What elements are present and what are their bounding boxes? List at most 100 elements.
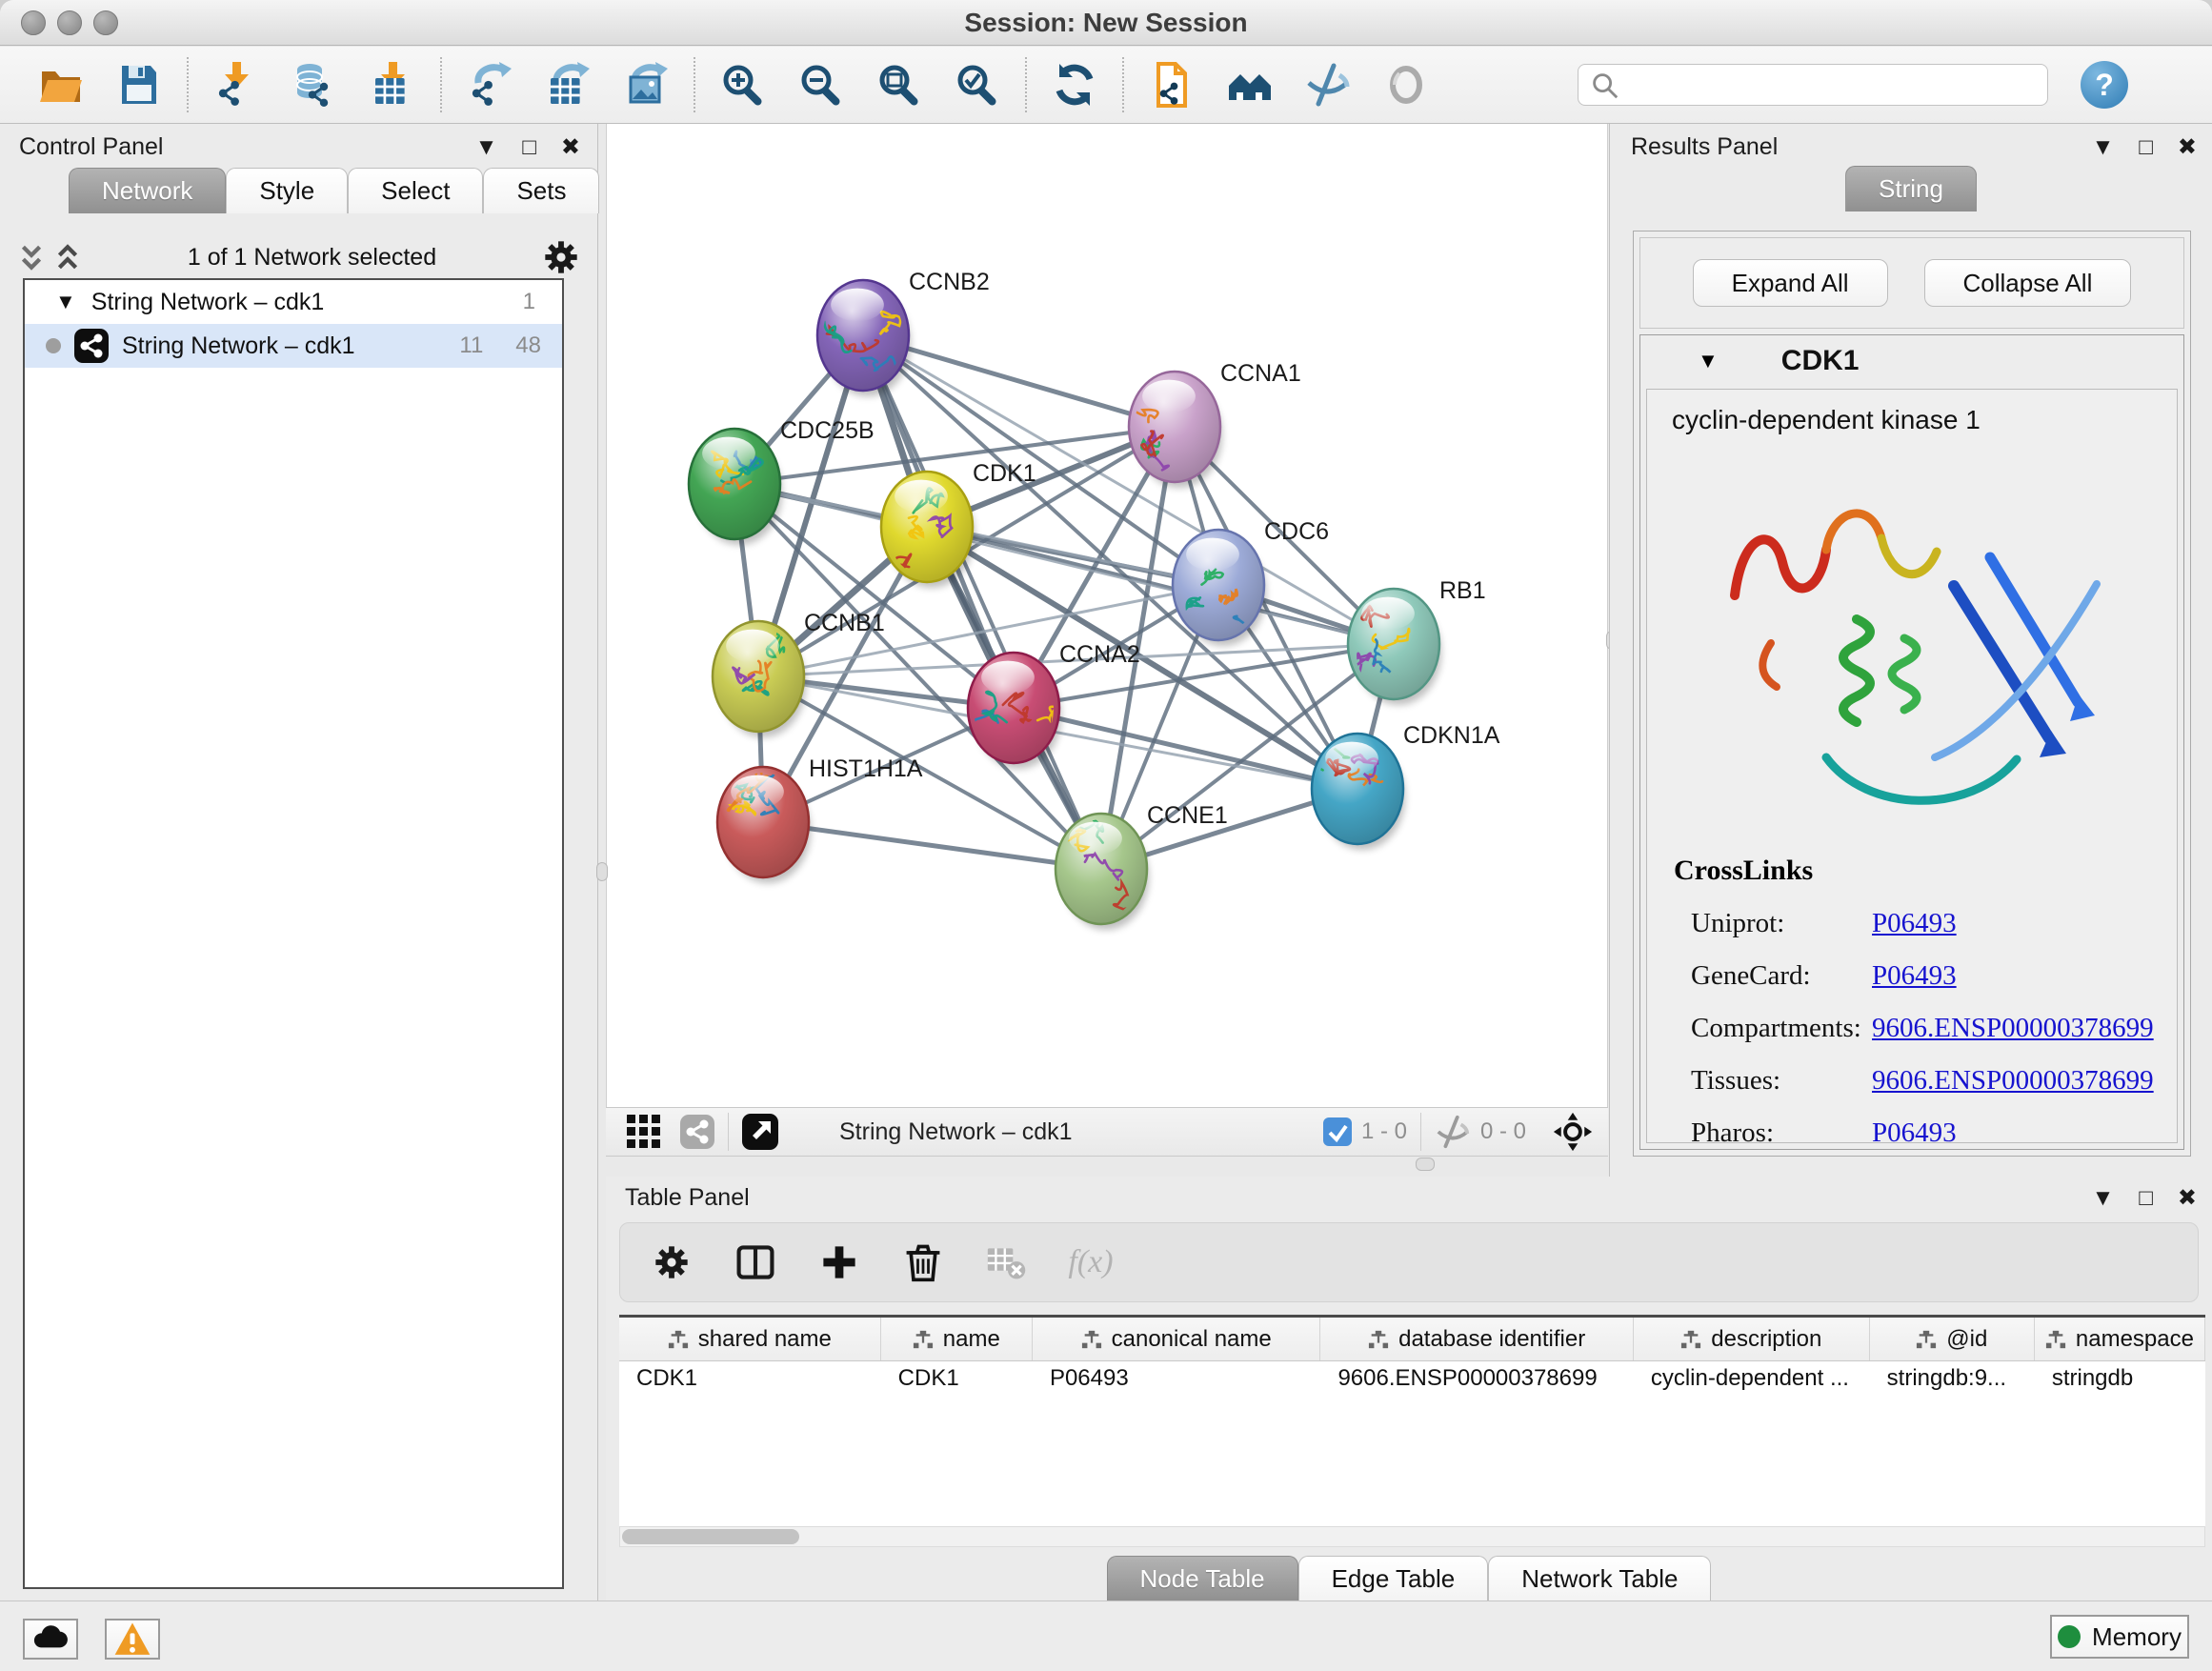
tab-network-table[interactable]: Network Table — [1488, 1556, 1711, 1601]
share-document-button[interactable] — [1145, 58, 1198, 111]
crosslink-link[interactable]: 9606.ENSP00000378699 — [1872, 1065, 2154, 1097]
refresh-network-button[interactable] — [1048, 58, 1101, 111]
crosslink-row: Uniprot: P06493 — [1647, 908, 2177, 939]
expand-all-button[interactable]: Expand All — [1693, 259, 1888, 307]
help-button[interactable]: ? — [2081, 61, 2128, 109]
import-table-button[interactable] — [366, 58, 419, 111]
column-header-shared-name[interactable]: shared name — [619, 1318, 881, 1360]
gear-icon[interactable] — [542, 238, 580, 276]
table-cell[interactable]: stringdb:9... — [1870, 1361, 2035, 1398]
zoom-out-button[interactable] — [794, 58, 848, 111]
cloud-button[interactable] — [23, 1619, 78, 1660]
network-node[interactable]: CCNB1 — [713, 610, 885, 737]
network-edge[interactable] — [863, 335, 1101, 869]
pan-crosshair-icon[interactable] — [1553, 1112, 1593, 1152]
column-header-@id[interactable]: @id — [1870, 1318, 2035, 1360]
panel-maximize-icon[interactable]: □ — [522, 136, 536, 159]
warnings-button[interactable] — [105, 1619, 160, 1660]
toggle-glasses-button[interactable] — [1379, 58, 1433, 111]
network-node[interactable]: CDC25B — [689, 417, 875, 545]
network-node[interactable]: RB1 — [1348, 577, 1486, 705]
network-row[interactable]: String Network – cdk1 11 48 — [25, 324, 562, 368]
network-node[interactable]: CCNE1 — [1056, 802, 1228, 930]
table-cell[interactable]: stringdb — [2035, 1361, 2205, 1398]
network-node[interactable]: CCNA1 — [1121, 360, 1301, 488]
collapse-all-icon[interactable] — [17, 243, 46, 272]
zoom-fit-button[interactable] — [873, 58, 926, 111]
network-node[interactable]: CDC6 — [1173, 518, 1329, 646]
import-network-button[interactable] — [210, 58, 263, 111]
grid-mode-icon[interactable] — [627, 1115, 661, 1149]
table-hscrollbar[interactable] — [619, 1526, 2205, 1547]
selected-checkbox-icon[interactable] — [1323, 1117, 1352, 1146]
column-header-canonical-name[interactable]: canonical name — [1033, 1318, 1321, 1360]
table-cell[interactable]: CDK1 — [619, 1361, 881, 1398]
column-header-description[interactable]: description — [1634, 1318, 1870, 1360]
network-edge[interactable] — [763, 822, 1101, 869]
network-node[interactable]: HIST1H1A — [717, 755, 923, 883]
crosslink-link[interactable]: 9606.ENSP00000378699 — [1872, 1013, 2154, 1044]
export-image-button[interactable] — [619, 58, 673, 111]
add-column-button[interactable] — [814, 1238, 864, 1287]
panel-float-icon[interactable]: ▼ — [2092, 1187, 2115, 1210]
crosslink-link[interactable]: P06493 — [1872, 1117, 1957, 1143]
hidden-eye-icon[interactable] — [1435, 1114, 1471, 1150]
bottom-splitter-handle[interactable] — [1416, 1158, 1435, 1171]
panel-float-icon[interactable]: ▼ — [2092, 136, 2115, 159]
export-table-button[interactable] — [541, 58, 594, 111]
collapse-all-button[interactable]: Collapse All — [1924, 259, 2132, 307]
table-settings-button[interactable] — [647, 1238, 696, 1287]
table-panel-title: Table Panel — [625, 1184, 750, 1212]
tab-string[interactable]: String — [1845, 166, 1977, 211]
table-cell[interactable]: CDK1 — [881, 1361, 1033, 1398]
tab-node-table[interactable]: Node Table — [1107, 1556, 1298, 1601]
tab-edge-table[interactable]: Edge Table — [1298, 1556, 1489, 1601]
network-view-canvas[interactable]: CCNB2 CCNA1 CDC25B CDK1 CDC6 RB1 CCNB1 — [606, 124, 1608, 1107]
table-cell[interactable]: 9606.ENSP00000378699 — [1320, 1361, 1633, 1398]
network-node[interactable]: CDKN1A — [1301, 722, 1500, 850]
save-session-button[interactable] — [112, 58, 166, 111]
search-input[interactable] — [1620, 71, 2038, 98]
search-box[interactable] — [1578, 64, 2048, 106]
table-cell[interactable]: cyclin-dependent ... — [1634, 1361, 1870, 1398]
column-header-name[interactable]: name — [881, 1318, 1033, 1360]
table-cell[interactable]: P06493 — [1033, 1361, 1321, 1398]
tab-network[interactable]: Network — [69, 168, 226, 213]
panel-maximize-icon[interactable]: □ — [2139, 1187, 2153, 1210]
zoom-in-button[interactable] — [716, 58, 770, 111]
panel-maximize-icon[interactable]: □ — [2139, 136, 2153, 159]
birdseye-toggle-icon[interactable] — [742, 1114, 778, 1150]
hide-selected-button[interactable] — [1301, 58, 1355, 111]
panel-close-icon[interactable]: ✖ — [2178, 136, 2197, 159]
section-expander-icon[interactable]: ▼ — [1698, 349, 1719, 373]
panel-close-icon[interactable]: ✖ — [2178, 1187, 2197, 1210]
crosslink-link[interactable]: P06493 — [1872, 908, 1957, 939]
tab-style[interactable]: Style — [226, 168, 348, 213]
crosslink-link[interactable]: P06493 — [1872, 960, 1957, 992]
tab-select[interactable]: Select — [348, 168, 483, 213]
export-network-button[interactable] — [463, 58, 516, 111]
table-row[interactable]: CDK1CDK1P064939606.ENSP00000378699cyclin… — [619, 1361, 2205, 1398]
zoom-selected-button[interactable] — [951, 58, 1004, 111]
left-splitter-handle[interactable] — [596, 862, 608, 881]
scrollbar-thumb[interactable] — [622, 1529, 799, 1544]
home-button[interactable] — [1223, 58, 1277, 111]
delete-column-button[interactable] — [898, 1238, 948, 1287]
network-node[interactable]: CCNB2 — [817, 269, 990, 396]
expander-triangle-icon[interactable]: ▼ — [55, 290, 76, 314]
show-columns-button[interactable] — [731, 1238, 780, 1287]
tab-sets[interactable]: Sets — [483, 168, 599, 213]
network-collection-row[interactable]: ▼ String Network – cdk1 1 — [25, 280, 562, 324]
panel-float-icon[interactable]: ▼ — [475, 136, 498, 159]
memory-button[interactable]: Memory — [2050, 1615, 2189, 1659]
delete-table-button[interactable] — [982, 1238, 1032, 1287]
network-mode-icon[interactable] — [680, 1115, 714, 1149]
column-header-namespace[interactable]: namespace — [2035, 1318, 2205, 1360]
expand-all-icon[interactable] — [53, 243, 82, 272]
column-header-database-identifier[interactable]: database identifier — [1320, 1318, 1633, 1360]
panel-close-icon[interactable]: ✖ — [561, 136, 580, 159]
network-edge[interactable] — [1014, 708, 1357, 789]
function-builder-button[interactable]: f(x) — [1066, 1238, 1116, 1287]
import-database-button[interactable] — [288, 58, 341, 111]
open-session-button[interactable] — [34, 58, 88, 111]
